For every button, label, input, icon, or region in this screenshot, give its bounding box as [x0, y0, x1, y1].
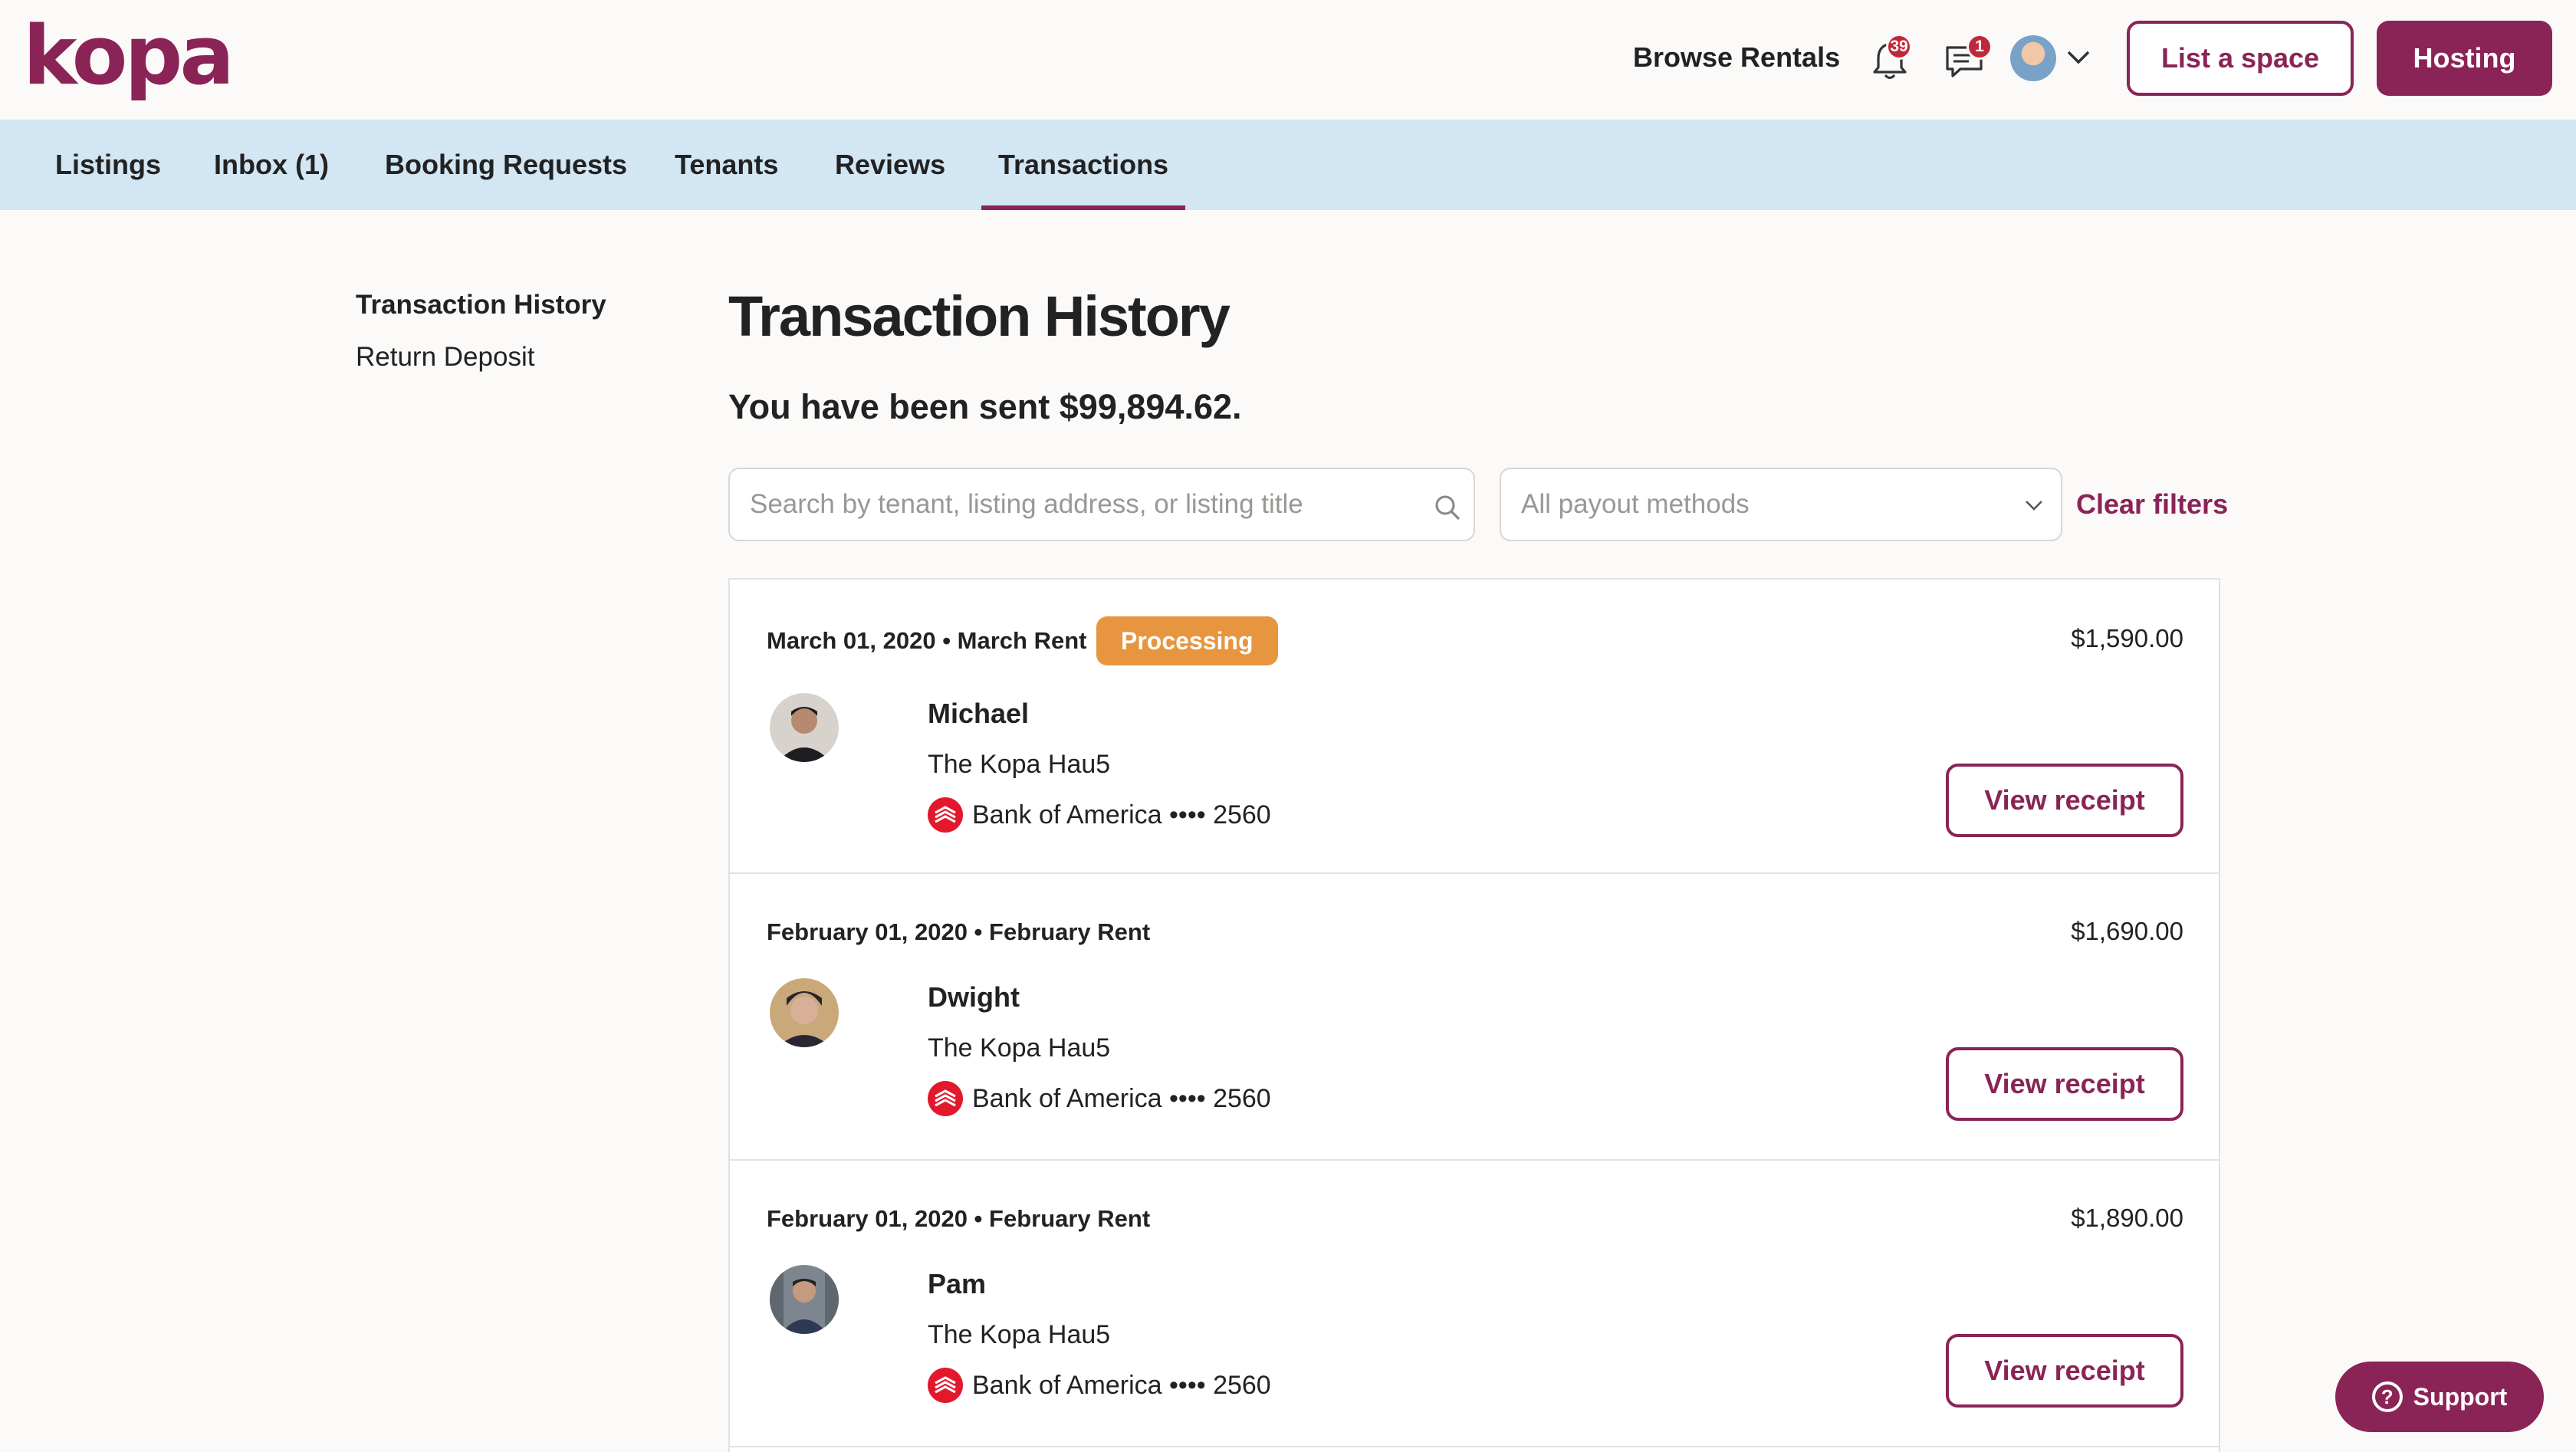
chevron-down-icon[interactable]	[2065, 48, 2091, 67]
transaction-amount: $1,690.00	[2071, 917, 2183, 945]
tenant-photo	[770, 978, 839, 1047]
tab-transactions[interactable]: Transactions	[981, 120, 1186, 210]
view-receipt-button[interactable]: View receipt	[1946, 1334, 2183, 1408]
kopa-logo[interactable]: kopa	[23, 14, 235, 98]
sidebar-item-return-deposit[interactable]: Return Deposit	[356, 342, 534, 373]
tab-reviews[interactable]: Reviews	[835, 120, 945, 210]
search-input[interactable]	[750, 469, 1409, 540]
transaction-amount: $1,590.00	[2071, 624, 2183, 652]
bank-of-america-icon	[928, 1368, 963, 1403]
tab-tenants[interactable]: Tenants	[675, 120, 778, 210]
payout-label: Bank of America •••• 2560	[972, 1370, 1271, 1400]
payout-method: Bank of America •••• 2560	[928, 1081, 1271, 1116]
transaction-row: February 01, 2020 • February Rent $1,690…	[730, 874, 2219, 1161]
tenant-name: Dwight	[928, 981, 1020, 1013]
view-receipt-button[interactable]: View receipt	[1946, 1047, 2183, 1121]
hosting-button[interactable]: Hosting	[2377, 21, 2552, 96]
search-field[interactable]	[728, 468, 1475, 541]
payout-label: Bank of America •••• 2560	[972, 800, 1271, 829]
listing-title: The Kopa Hau5	[928, 1320, 1111, 1349]
listing-title: The Kopa Hau5	[928, 1033, 1111, 1063]
transaction-amount: $1,890.00	[2071, 1204, 2183, 1232]
messages-button[interactable]: 1	[1944, 34, 1993, 81]
list-a-space-button[interactable]: List a space	[2127, 21, 2354, 96]
payout-method: Bank of America •••• 2560	[928, 1368, 1271, 1403]
page-title: Transaction History	[728, 284, 1230, 348]
transaction-row: March 01, 2020 • March Rent Processing $…	[730, 580, 2219, 874]
avatar	[770, 978, 839, 1047]
tenant-name: Pam	[928, 1268, 987, 1299]
bank-of-america-icon	[928, 1081, 963, 1116]
payout-method: Bank of America •••• 2560	[928, 797, 1271, 833]
tenant-photo	[770, 693, 839, 762]
transaction-meta: March 01, 2020 • March Rent	[767, 627, 1087, 654]
bank-of-america-icon	[928, 797, 963, 833]
browse-rentals-link[interactable]: Browse Rentals	[1633, 41, 1840, 74]
payout-label: Bank of America •••• 2560	[972, 1083, 1271, 1113]
sent-summary: You have been sent $99,894.62.	[728, 387, 1242, 426]
notifications-button[interactable]: 39	[1871, 34, 1912, 81]
clear-filters-link[interactable]: Clear filters	[2076, 488, 2228, 521]
listing-title: The Kopa Hau5	[928, 750, 1111, 779]
tenant-name: Michael	[928, 698, 1030, 729]
notifications-badge: 39	[1886, 34, 1912, 60]
avatar	[770, 1265, 839, 1334]
search-icon[interactable]	[1432, 492, 1463, 523]
payout-method-value: All payout methods	[1521, 489, 1750, 519]
support-button[interactable]: ? Support	[2335, 1362, 2544, 1432]
user-avatar[interactable]	[2010, 35, 2056, 81]
tab-listings[interactable]: Listings	[55, 120, 161, 210]
transaction-meta: February 01, 2020 • February Rent	[767, 918, 1151, 945]
transaction-row: February 01, 2020 • February Rent $1,890…	[730, 1161, 2219, 1447]
sidebar-item-transaction-history[interactable]: Transaction History	[356, 290, 606, 320]
view-receipt-button[interactable]: View receipt	[1946, 764, 2183, 837]
chevron-down-icon	[2026, 501, 2042, 511]
tab-inbox[interactable]: Inbox (1)	[214, 120, 329, 210]
tenant-photo	[770, 1265, 839, 1334]
tab-booking-requests[interactable]: Booking Requests	[385, 120, 627, 210]
host-nav-bar: Listings Inbox (1) Booking Requests Tena…	[0, 120, 2576, 210]
transaction-meta: February 01, 2020 • February Rent	[767, 1205, 1151, 1232]
transaction-list: March 01, 2020 • March Rent Processing $…	[728, 578, 2220, 1452]
messages-badge: 1	[1967, 34, 1993, 60]
top-header: kopa Browse Rentals 39 1 List a space Ho…	[0, 0, 2576, 120]
avatar	[770, 693, 839, 762]
help-icon: ?	[2371, 1381, 2403, 1412]
payout-method-select[interactable]: All payout methods	[1500, 468, 2062, 541]
support-label: Support	[2413, 1382, 2508, 1411]
status-badge: Processing	[1096, 616, 1278, 665]
